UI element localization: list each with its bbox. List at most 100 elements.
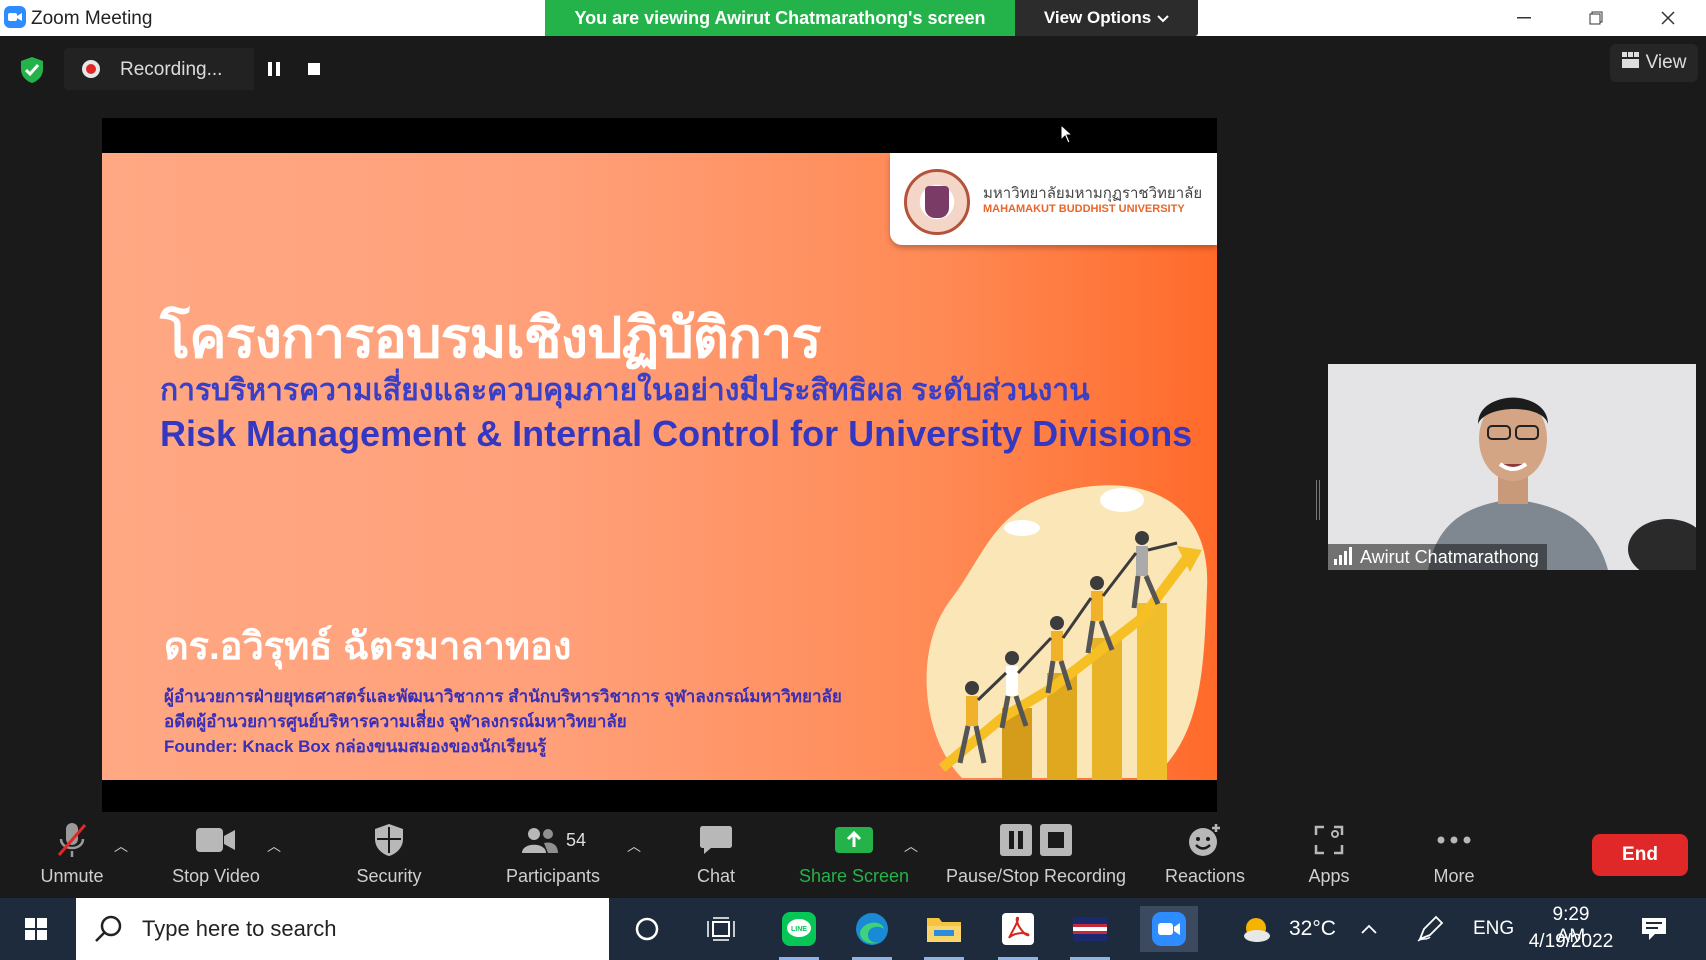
close-button[interactable]	[1632, 0, 1704, 36]
input-language-indicator[interactable]: ENG	[1473, 918, 1514, 940]
show-hidden-icons-button[interactable]	[1354, 906, 1384, 952]
pause-stop-icon	[999, 820, 1073, 860]
acrobat-button[interactable]	[994, 906, 1042, 960]
signal-strength-icon	[1334, 547, 1352, 565]
apps-button[interactable]: Apps	[1304, 820, 1354, 894]
flag-app-icon	[1073, 917, 1107, 941]
participants-icon	[521, 828, 558, 853]
cortana-button[interactable]	[623, 906, 671, 952]
participant-name: Awirut Chatmarathong	[1360, 546, 1539, 567]
folder-icon	[927, 918, 961, 942]
presenter-role: Founder: Knack Box กล่องขนมสมองของนักเรี…	[164, 737, 547, 756]
pause-stop-recording-label: Pause/Stop Recording	[945, 866, 1127, 886]
chat-label: Chat	[696, 866, 736, 886]
more-label: More	[1433, 866, 1475, 886]
line-app-button[interactable]: LINE	[775, 906, 823, 960]
meeting-toolbar: Unmute ︿ Stop Video ︿ Security 54 Partic…	[0, 812, 1706, 898]
video-camera-icon	[196, 820, 236, 860]
cortana-circle-icon	[635, 917, 659, 941]
pause-stop-recording-button[interactable]: Pause/Stop Recording	[943, 820, 1129, 894]
share-screen-icon	[834, 820, 874, 860]
svg-text:LINE: LINE	[791, 926, 807, 933]
zoom-taskbar-button[interactable]	[1140, 906, 1198, 952]
stop-recording-button[interactable]	[294, 48, 334, 90]
search-icon	[95, 915, 122, 942]
university-name-thai: มหาวิทยาลัยมหามกุฏราชวิทยาลัย	[983, 185, 1203, 202]
share-screen-button[interactable]: Share Screen	[798, 820, 910, 894]
viewing-banner: You are viewing Awirut Chatmarathong's s…	[545, 0, 1015, 36]
unmute-label: Unmute	[40, 866, 104, 886]
smiley-reaction-icon	[1188, 820, 1222, 860]
minimize-button[interactable]	[1488, 0, 1560, 36]
start-button[interactable]	[0, 898, 72, 960]
presenter-role: ผู้อำนวยการฝ่ายยุทธศาสตร์และพัฒนาวิชาการ…	[164, 687, 842, 706]
participant-video-tile[interactable]: Awirut Chatmarathong	[1328, 364, 1696, 570]
share-options-caret-icon[interactable]: ︿	[904, 836, 918, 856]
weather-sun-cloud-icon	[1244, 918, 1270, 942]
recording-bar: Recording...	[64, 48, 334, 90]
university-name-english: MAHAMAKUT BUDDHIST UNIVERSITY	[983, 203, 1185, 215]
view-layout-button[interactable]: View	[1610, 44, 1698, 82]
share-screen-label: Share Screen	[798, 866, 910, 886]
view-options-button[interactable]: View Options	[1015, 0, 1198, 36]
pause-recording-button[interactable]	[254, 48, 294, 90]
chat-button[interactable]: Chat	[690, 820, 742, 894]
end-meeting-button[interactable]: End	[1592, 834, 1688, 876]
shield-icon	[374, 820, 404, 860]
presentation-slide: มหาวิทยาลัยมหามกุฏราชวิทยาลัย MAHAMAKUT …	[102, 153, 1217, 780]
slide-subtitle-english: Risk Management & Internal Control for U…	[160, 413, 1193, 454]
line-app-icon: LINE	[782, 912, 816, 946]
reactions-label: Reactions	[1164, 866, 1246, 886]
slide-subtitle-thai: การบริหารความเสี่ยงและควบคุมภายในอย่างมี…	[160, 374, 1090, 407]
pen-workspace-button[interactable]	[1410, 906, 1450, 952]
apps-label: Apps	[1308, 866, 1350, 886]
clock-date[interactable]: 4/19/2022	[1528, 931, 1614, 953]
taskbar-search-box[interactable]: Type here to search	[76, 898, 609, 960]
muted-microphone-icon	[57, 820, 87, 860]
windows-logo-icon	[25, 918, 47, 940]
stop-video-label: Stop Video	[172, 866, 260, 886]
restore-button[interactable]	[1560, 0, 1632, 36]
video-options-caret-icon[interactable]: ︿	[267, 836, 281, 856]
panel-resize-handle[interactable]	[1316, 480, 1320, 520]
chevron-up-icon	[1361, 924, 1377, 934]
participants-button[interactable]: 54 Participants	[500, 820, 606, 894]
participant-video-feed	[1328, 364, 1696, 570]
mouse-cursor-icon	[1060, 124, 1074, 144]
task-view-button[interactable]	[697, 906, 745, 952]
flag-app-button[interactable]	[1066, 906, 1114, 960]
security-button[interactable]: Security	[353, 820, 425, 894]
task-view-icon	[707, 917, 735, 941]
search-placeholder: Type here to search	[142, 916, 337, 941]
encryption-shield-icon[interactable]	[20, 56, 44, 84]
grid-icon	[1621, 52, 1640, 74]
participants-options-caret-icon[interactable]: ︿	[627, 836, 641, 856]
window-title: Zoom Meeting	[31, 8, 153, 29]
participants-icon-group: 54	[520, 820, 586, 860]
recording-dot-icon	[82, 60, 100, 78]
stop-video-button[interactable]: Stop Video	[168, 820, 264, 894]
zoom-icon	[1152, 912, 1186, 946]
edge-browser-button[interactable]	[848, 906, 896, 960]
pen-icon	[1417, 915, 1444, 942]
meeting-area: Recording... View มหาวิทยาลัยมหามกุฏราชว…	[0, 36, 1706, 818]
temperature: 32°C	[1289, 917, 1336, 940]
recording-label: Recording...	[120, 59, 223, 80]
apps-icon	[1314, 820, 1344, 860]
audio-options-caret-icon[interactable]: ︿	[114, 836, 128, 856]
more-button[interactable]: More	[1430, 820, 1478, 894]
file-explorer-button[interactable]	[920, 906, 968, 960]
zoom-app-icon	[4, 6, 26, 28]
reactions-button[interactable]: Reactions	[1162, 820, 1248, 894]
chat-bubble-icon	[699, 820, 733, 860]
unmute-button[interactable]: Unmute	[34, 820, 110, 894]
notifications-button[interactable]	[1630, 906, 1678, 952]
chevron-down-icon	[1157, 8, 1169, 28]
participants-label: Participants	[505, 866, 601, 886]
presenter-role: อดีตผู้อำนวยการศูนย์บริหารความเสี่ยง จุฬ…	[164, 712, 627, 731]
weather-button[interactable]	[1233, 906, 1281, 952]
notification-message-icon	[1642, 918, 1666, 940]
windows-taskbar: Type here to search LINE 32°C ENG 9:29 A…	[0, 898, 1706, 960]
security-label: Security	[356, 866, 422, 886]
university-logo-card: มหาวิทยาลัยมหามกุฏราชวิทยาลัย MAHAMAKUT …	[890, 153, 1217, 245]
